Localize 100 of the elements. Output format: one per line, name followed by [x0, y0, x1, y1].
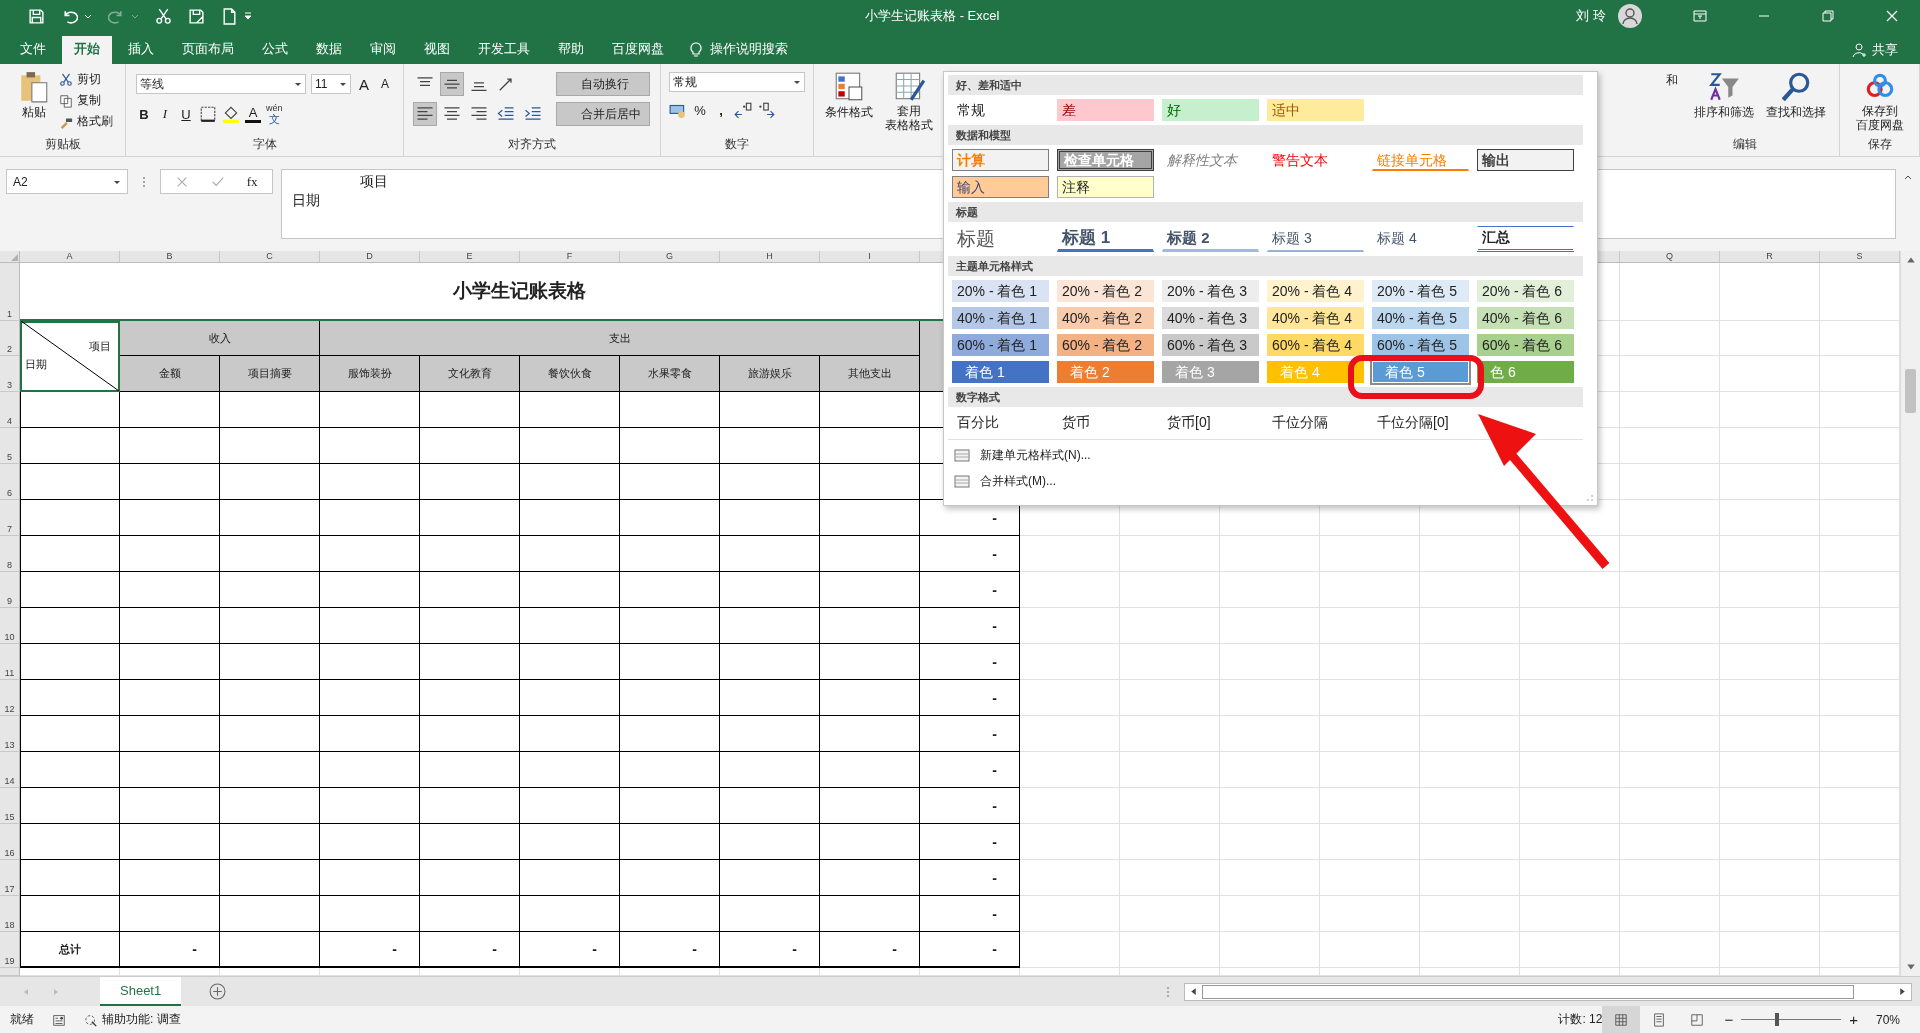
grid-cell[interactable] — [1720, 896, 1820, 932]
ribbon-tab[interactable]: 百度网盘 — [600, 36, 676, 64]
grid-cell[interactable] — [1220, 716, 1320, 752]
check-icon[interactable] — [210, 174, 225, 189]
cell-style-option[interactable]: 常规 — [952, 99, 1049, 121]
grid-cell[interactable] — [1320, 572, 1420, 608]
cell-style-option[interactable]: 警告文本 — [1267, 149, 1364, 171]
scroll-right-icon[interactable] — [1898, 987, 1908, 996]
grid-cell[interactable] — [1620, 788, 1720, 824]
grid-cell[interactable] — [1420, 860, 1520, 896]
cut-button[interactable]: 剪切 — [58, 70, 113, 89]
row-header[interactable]: 16 — [0, 824, 20, 860]
grid-cell[interactable] — [1420, 752, 1520, 788]
grid-cell[interactable] — [1020, 644, 1120, 680]
diagonal-header-cell[interactable]: 项目 日期 — [20, 321, 120, 392]
grid-cell[interactable] — [1620, 464, 1720, 500]
split-handle-icon[interactable] — [1166, 985, 1171, 998]
grid-cell[interactable] — [1620, 356, 1720, 392]
cell-style-option[interactable]: 20% - 着色 1 — [952, 280, 1049, 302]
grid-cell[interactable] — [1020, 896, 1120, 932]
macro-record-icon[interactable] — [52, 1012, 66, 1027]
grid-cell[interactable] — [1720, 536, 1820, 572]
ribbon-tab[interactable]: 插入 — [116, 36, 166, 64]
grid-cell[interactable] — [1220, 824, 1320, 860]
ribbon-tab[interactable]: 帮助 — [546, 36, 596, 64]
wrap-text-button[interactable]: 自动换行 — [556, 72, 650, 96]
grid-cell[interactable] — [1620, 932, 1720, 968]
grid-cell[interactable] — [1720, 572, 1820, 608]
grid-cell[interactable] — [1620, 716, 1720, 752]
cell-style-option[interactable]: 千位分隔 — [1267, 411, 1364, 433]
zoom-in-button[interactable]: + — [1849, 1011, 1858, 1028]
sort-filter-button[interactable]: 排序和筛选 — [1690, 68, 1758, 123]
grid-cell[interactable] — [1720, 824, 1820, 860]
row-header[interactable]: 18 — [0, 896, 20, 932]
font-name-field[interactable]: 等线 — [136, 74, 306, 94]
grid-cell[interactable] — [1620, 572, 1720, 608]
row-header[interactable]: 17 — [0, 860, 20, 896]
grid-cell[interactable] — [1520, 644, 1620, 680]
scroll-thumb[interactable] — [1202, 984, 1855, 999]
grid-cell[interactable] — [1220, 680, 1320, 716]
phonetic-guide-button[interactable]: wén 文 — [266, 103, 283, 125]
grid-cell[interactable] — [1720, 356, 1820, 392]
column-header[interactable]: H — [720, 251, 820, 263]
ribbon-tab[interactable]: 审阅 — [358, 36, 408, 64]
row-header[interactable]: 1 — [0, 263, 20, 321]
horizontal-scrollbar[interactable] — [1184, 982, 1913, 1001]
column-header[interactable]: C — [220, 251, 320, 263]
grid-cell[interactable] — [1020, 536, 1120, 572]
column-header[interactable]: B — [120, 251, 220, 263]
grid-cell[interactable] — [1220, 896, 1320, 932]
grid-cell[interactable] — [1520, 932, 1620, 968]
zoom-out-button[interactable]: − — [1724, 1011, 1734, 1028]
grid-cell[interactable] — [1620, 860, 1720, 896]
grid-cell[interactable] — [1720, 860, 1820, 896]
grid-cell[interactable] — [1520, 860, 1620, 896]
resize-grip-icon[interactable] — [1586, 494, 1594, 502]
save-to-cloud-button[interactable]: 保存到 百度网盘 — [1851, 68, 1908, 134]
cell-style-option[interactable]: 20% - 着色 5 — [1372, 280, 1469, 302]
grid-cell[interactable] — [1220, 752, 1320, 788]
grid-cell[interactable] — [1720, 716, 1820, 752]
paste-button[interactable]: 粘贴 — [12, 68, 55, 123]
grid-cell[interactable] — [1120, 896, 1220, 932]
horizontal-align-icon[interactable] — [414, 103, 436, 125]
row-header[interactable]: 11 — [0, 644, 20, 680]
scroll-up-icon[interactable] — [1905, 255, 1916, 265]
grid-cell[interactable] — [1420, 896, 1520, 932]
cell-style-option[interactable]: 60% - 着色 5 — [1372, 334, 1469, 356]
grid-cell[interactable] — [1220, 536, 1320, 572]
column-header[interactable]: E — [420, 251, 520, 263]
row-header[interactable]: 2 — [0, 321, 20, 356]
cell-style-option[interactable]: 百分比 — [952, 411, 1049, 433]
caret-icon[interactable] — [84, 12, 92, 20]
cell-style-option[interactable]: 20% - 着色 2 — [1057, 280, 1154, 302]
grid-cell[interactable] — [1120, 608, 1220, 644]
cell-style-option[interactable]: 好 — [1162, 99, 1259, 121]
grid-cell[interactable] — [1120, 788, 1220, 824]
italic-button[interactable]: I — [157, 106, 173, 122]
conditional-format-button[interactable]: 条件格式 — [820, 68, 877, 123]
grid-cell[interactable] — [1420, 608, 1520, 644]
format-painter-button[interactable]: 格式刷 — [58, 112, 113, 131]
grid-cell[interactable] — [1120, 860, 1220, 896]
grid-cell[interactable] — [1220, 608, 1320, 644]
grid-cell[interactable] — [1120, 644, 1220, 680]
borders-icon[interactable] — [199, 105, 217, 123]
accessibility-status[interactable]: 辅助功能: 调查 — [84, 1011, 181, 1028]
grid-cell[interactable] — [1320, 896, 1420, 932]
cell-style-option[interactable]: 60% - 着色 3 — [1162, 334, 1259, 356]
comma-button[interactable]: , — [713, 102, 729, 118]
grid-cell[interactable] — [1220, 932, 1320, 968]
grid-cell[interactable] — [1520, 680, 1620, 716]
avatar-icon[interactable] — [1618, 4, 1642, 28]
page-icon[interactable] — [221, 7, 238, 25]
zoom-level[interactable]: 70% — [1875, 1012, 1900, 1027]
ribbon-tab[interactable]: 开始 — [62, 36, 112, 64]
cell-style-option[interactable]: 输入 — [952, 176, 1049, 198]
grid-cell[interactable] — [1120, 716, 1220, 752]
cell-style-option[interactable]: 千位分隔[0] — [1372, 411, 1469, 433]
grid-cell[interactable] — [1020, 860, 1120, 896]
insert-function-button[interactable]: fx — [246, 173, 258, 190]
grid-cell[interactable] — [1020, 608, 1120, 644]
